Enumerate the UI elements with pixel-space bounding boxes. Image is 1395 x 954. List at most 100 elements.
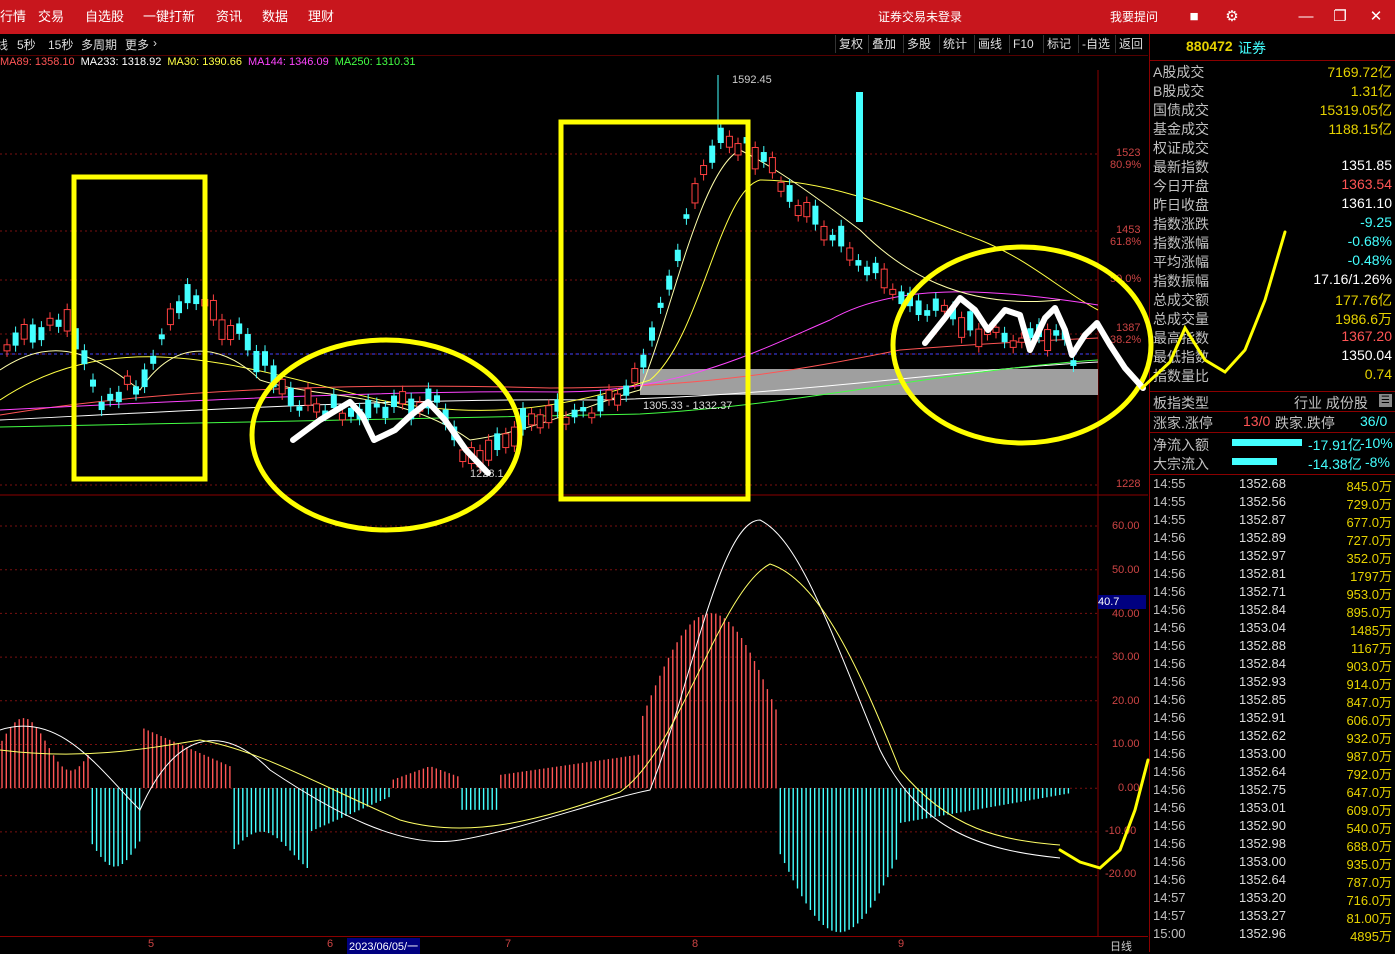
candle-body xyxy=(55,319,62,327)
candle-body xyxy=(296,406,303,411)
period-15s[interactable]: 15秒 xyxy=(48,36,73,53)
macd-axis-50: 50.00 xyxy=(1112,564,1140,576)
tick-cell: 14:57 xyxy=(1153,908,1186,923)
menu-watchlist[interactable]: 自选股 xyxy=(85,0,124,34)
flow-block: 净流入额 -17.91亿 -10% 大宗流入 -14.38亿 -8% xyxy=(1150,432,1395,473)
tick-cell: 1485万 xyxy=(1350,623,1392,638)
tick-cell: 14:56 xyxy=(1153,566,1186,581)
btn-remove-watch[interactable]: -自选 xyxy=(1078,35,1113,53)
cube-icon[interactable]: ■ xyxy=(1184,7,1204,27)
tick-cell: 1353.01 xyxy=(1239,800,1286,815)
period-5s[interactable]: 5秒 xyxy=(17,36,36,53)
tick-row: 14:56 1352.81 1797万 xyxy=(1150,566,1395,584)
flow-net-bar xyxy=(1232,439,1302,446)
candle-body xyxy=(1044,329,1052,352)
tick-cell: 14:56 xyxy=(1153,692,1186,707)
tick-cell: 1353.04 xyxy=(1239,620,1286,635)
menu-quotes[interactable]: 行情 xyxy=(0,0,26,34)
chevron-right-icon[interactable]: › xyxy=(153,36,157,50)
candle-body xyxy=(502,433,510,449)
candle-body xyxy=(176,301,182,314)
tick-row: 14:56 1352.97 352.0万 xyxy=(1150,548,1395,566)
candle-body xyxy=(992,326,1000,333)
candle-body xyxy=(391,395,397,408)
tick-cell: 787.0万 xyxy=(1346,875,1392,890)
date-6: 6 xyxy=(327,938,334,950)
macd-axis-m10: -10.00 xyxy=(1105,825,1137,837)
macd-axis-20: 20.00 xyxy=(1112,695,1140,707)
info-value: 7169.72亿 xyxy=(1327,64,1392,80)
candle-body xyxy=(476,450,484,468)
info-key: 最高指数 xyxy=(1153,330,1209,346)
info-row: 昨日收盘 1361.10 xyxy=(1150,195,1395,214)
info-key: 权证成交 xyxy=(1153,140,1209,156)
menu-trade[interactable]: 交易 xyxy=(38,0,64,34)
tick-row: 14:56 1352.71 953.0万 xyxy=(1150,584,1395,602)
close-icon[interactable]: ✕ xyxy=(1366,7,1386,27)
date-5: 5 xyxy=(148,938,155,950)
candle-body xyxy=(434,395,440,403)
candle-body xyxy=(322,410,329,416)
menu-finance[interactable]: 理财 xyxy=(308,0,334,34)
btn-multistock[interactable]: 多股 xyxy=(903,35,934,53)
tick-row: 14:56 1352.89 727.0万 xyxy=(1150,530,1395,548)
tick-row: 14:56 1353.01 609.0万 xyxy=(1150,800,1395,818)
list-icon[interactable]: ☰ xyxy=(1379,394,1392,407)
info-value: 1188.15亿 xyxy=(1328,121,1392,137)
ma-legend: MA89: 1358.10 MA233: 1318.92 MA30: 1390.66… xyxy=(0,56,421,68)
candle-body xyxy=(725,135,733,148)
ma89-label: MA89: 1358.10 xyxy=(0,56,75,68)
kline-chart[interactable] xyxy=(0,70,1148,952)
btn-draw[interactable]: 画线 xyxy=(974,35,1005,53)
info-value: 177.76亿 xyxy=(1335,292,1392,308)
btn-mark[interactable]: 标记 xyxy=(1043,35,1074,53)
btn-back[interactable]: 返回 xyxy=(1115,35,1146,53)
login-status[interactable]: 证券交易未登录 xyxy=(860,0,980,34)
btn-overlay[interactable]: 叠加 xyxy=(868,35,899,53)
candle-body xyxy=(924,310,931,316)
btn-f10[interactable]: F10 xyxy=(1009,35,1037,53)
btn-adjust[interactable]: 复权 xyxy=(835,35,866,53)
period-line[interactable]: 线 xyxy=(0,36,8,53)
restore-icon[interactable]: ❐ xyxy=(1330,7,1350,27)
btn-stats[interactable]: 统计 xyxy=(939,35,970,53)
gear-icon[interactable]: ⚙ xyxy=(1222,7,1242,27)
tick-cell: 647.0万 xyxy=(1346,785,1392,800)
flow-net-value: -17.91亿 xyxy=(1308,437,1362,453)
multi-period[interactable]: 多周期 xyxy=(81,36,117,53)
minimize-icon[interactable]: — xyxy=(1296,7,1316,27)
candle-body xyxy=(201,299,209,307)
info-row: 总成交额 177.76亿 xyxy=(1150,290,1395,309)
tick-cell: 14:56 xyxy=(1153,674,1186,689)
menu-data[interactable]: 数据 xyxy=(262,0,288,34)
tick-cell: 1352.89 xyxy=(1239,530,1286,545)
tick-cell: 1352.93 xyxy=(1239,674,1286,689)
ma144-label: MA144: 1346.09 xyxy=(247,56,329,68)
menu-ipo[interactable]: 一键打新 xyxy=(143,0,195,34)
limit-value: 13/0 xyxy=(1243,413,1271,429)
tick-cell: 1352.71 xyxy=(1239,584,1286,599)
more-menu[interactable]: 更多 xyxy=(125,36,149,53)
candle-body xyxy=(889,288,897,295)
candle-body xyxy=(967,311,974,331)
candle-body xyxy=(348,407,354,417)
tick-list[interactable]: 14:55 1352.68 845.0万 14:55 1352.56 729.0万 14:5… xyxy=(1150,474,1395,953)
tick-cell: 914.0万 xyxy=(1346,677,1392,692)
candle-body xyxy=(683,214,690,219)
tick-cell: 14:56 xyxy=(1153,854,1186,869)
info-value: 1363.54 xyxy=(1341,176,1392,192)
help-link[interactable]: 我要提问 xyxy=(1110,0,1158,34)
candle-body xyxy=(623,385,630,396)
tick-row: 14:56 1352.64 787.0万 xyxy=(1150,872,1395,890)
candle-body xyxy=(588,412,596,419)
info-row: 基金成交 1188.15亿 xyxy=(1150,119,1395,138)
tick-cell: 14:56 xyxy=(1153,764,1186,779)
menu-news[interactable]: 资讯 xyxy=(216,0,242,34)
macd-current-badge: 40.7 xyxy=(1098,595,1146,609)
candle-body xyxy=(184,284,191,304)
tick-cell: 677.0万 xyxy=(1346,515,1392,530)
tick-cell: 953.0万 xyxy=(1346,587,1392,602)
tick-cell: 1352.64 xyxy=(1239,764,1286,779)
candle-body xyxy=(794,205,802,217)
tick-row: 14:56 1352.88 1167万 xyxy=(1150,638,1395,656)
